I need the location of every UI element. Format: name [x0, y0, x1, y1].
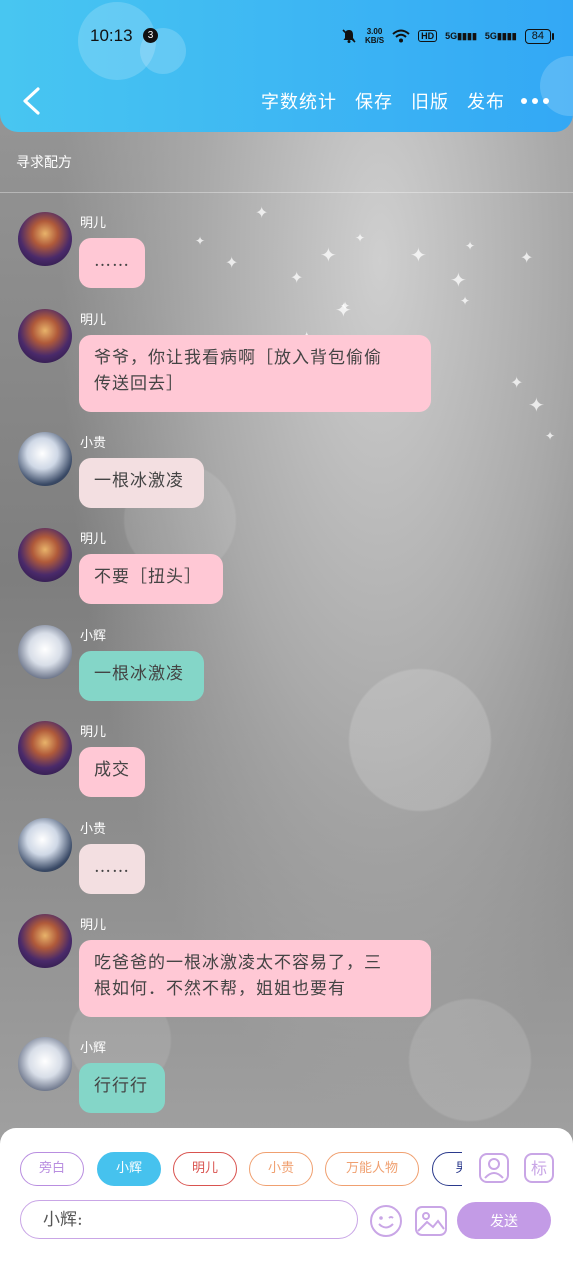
- hd-icon: HD: [418, 30, 438, 42]
- sparkle-decoration: ✦: [510, 373, 524, 392]
- status-time: 10:13: [90, 26, 133, 45]
- message-bubble[interactable]: ……: [79, 844, 145, 894]
- role-chip[interactable]: 小贵: [249, 1152, 313, 1186]
- sender-name: 明儿: [80, 313, 107, 328]
- sender-name: 明儿: [80, 918, 107, 933]
- sender-name: 小贵: [80, 822, 107, 837]
- sparkle-decoration: ✦: [255, 203, 269, 222]
- person-icon[interactable]: [478, 1152, 510, 1184]
- role-chip-list: 旁白 小辉 明儿 小贵 万能人物男: [20, 1152, 462, 1188]
- sparkle-decoration: ✦: [355, 231, 366, 245]
- header-actions: 字数统计 保存 旧版 发布: [261, 88, 505, 114]
- sparkle-decoration: ✦: [528, 393, 545, 417]
- battery-icon: 84: [524, 28, 555, 44]
- message-bubble[interactable]: ……: [79, 238, 145, 288]
- chat-title: 寻求配方: [16, 155, 72, 171]
- emoji-icon[interactable]: [369, 1204, 403, 1238]
- sparkle-decoration: ✦: [225, 253, 239, 272]
- avatar-mingr[interactable]: [18, 309, 72, 363]
- sparkle-decoration: ✦: [195, 234, 206, 248]
- sparkle-decoration: ✦: [520, 248, 534, 267]
- tag-icon[interactable]: 标: [523, 1152, 555, 1184]
- sparkle-decoration: ✦: [335, 298, 352, 322]
- app-header: 10:13 3 3.00 KB/S HD 5G▮▮▮▮ 5G▮▮▮▮ 84 字数…: [0, 0, 573, 132]
- sparkle-decoration: ✦: [290, 268, 304, 287]
- sender-name: 明儿: [80, 216, 107, 231]
- status-icons: 3.00 KB/S HD 5G▮▮▮▮ 5G▮▮▮▮ 84: [341, 27, 555, 45]
- sparkle-decoration: ✦: [545, 429, 556, 443]
- message-bubble[interactable]: 爷爷，你让我看病啊［放入背包偷偷 传送回去］: [79, 335, 431, 412]
- sparkle-decoration: ✦: [450, 268, 467, 292]
- role-chip[interactable]: 万能人物: [325, 1152, 419, 1186]
- svg-text:标: 标: [531, 1159, 547, 1178]
- publish-button[interactable]: 发布: [467, 88, 505, 114]
- avatar-mingr[interactable]: [18, 721, 72, 775]
- avatar-xiaohui[interactable]: [18, 1037, 72, 1091]
- net-speed: 3.00 KB/S: [364, 27, 385, 45]
- sparkle-decoration: ✦: [320, 243, 337, 267]
- sender-name: 小辉: [80, 629, 107, 644]
- message-bubble[interactable]: 一根冰激凌: [79, 651, 204, 701]
- back-chevron-icon[interactable]: [20, 86, 44, 116]
- word-count-button[interactable]: 字数统计: [261, 88, 337, 114]
- image-icon[interactable]: [414, 1204, 448, 1238]
- message-bubble[interactable]: 不要［扭头］: [79, 554, 223, 604]
- avatar-xiaogui[interactable]: [18, 432, 72, 486]
- signal-5g-icon-1: 5G▮▮▮▮: [445, 30, 477, 41]
- sparkle-decoration: ✦: [410, 243, 427, 267]
- save-button[interactable]: 保存: [355, 88, 393, 114]
- sender-name: 明儿: [80, 532, 107, 547]
- chat-title-bar: [0, 132, 573, 193]
- send-button[interactable]: 发送: [457, 1202, 551, 1239]
- avatar-mingr[interactable]: [18, 528, 72, 582]
- avatar-mingr[interactable]: [18, 914, 72, 968]
- avatar-mingr[interactable]: [18, 212, 72, 266]
- role-chip[interactable]: 旁白: [20, 1152, 84, 1186]
- message-bubble[interactable]: 吃爸爸的一根冰激凌太不容易了，三 根如何．不然不帮，姐姐也要有: [79, 940, 431, 1017]
- wifi-icon: [392, 29, 410, 43]
- mute-bell-icon: [342, 29, 356, 43]
- avatar-xiaohui[interactable]: [18, 625, 72, 679]
- message-bubble[interactable]: 一根冰激凌: [79, 458, 204, 508]
- signal-5g-icon-2: 5G▮▮▮▮: [484, 30, 517, 41]
- message-bubble[interactable]: 成交: [79, 747, 145, 797]
- sparkle-decoration: ✦: [460, 294, 471, 308]
- avatar-xiaogui[interactable]: [18, 818, 72, 872]
- sparkle-decoration: ✦: [465, 239, 476, 253]
- role-chip[interactable]: 男: [432, 1152, 462, 1186]
- more-icon[interactable]: [521, 98, 549, 104]
- message-input[interactable]: [20, 1200, 358, 1239]
- old-version-button[interactable]: 旧版: [411, 88, 449, 114]
- sender-name: 小贵: [80, 436, 107, 451]
- sender-name: 明儿: [80, 725, 107, 740]
- sender-name: 小辉: [80, 1041, 107, 1056]
- message-bubble[interactable]: 行行行: [79, 1063, 165, 1113]
- notification-badge: 3: [143, 28, 158, 43]
- role-chip[interactable]: 小辉: [97, 1152, 161, 1186]
- role-chip[interactable]: 明儿: [173, 1152, 237, 1186]
